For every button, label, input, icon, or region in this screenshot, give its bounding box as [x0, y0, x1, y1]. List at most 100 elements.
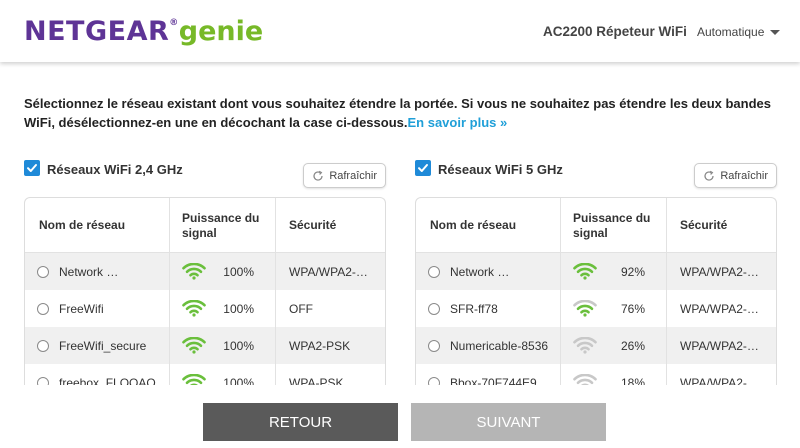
- band-5ghz-checkbox[interactable]: [415, 160, 431, 176]
- panel-header-24ghz: Réseaux WiFi 2,4 GHz Rafraîchir: [24, 158, 386, 192]
- chevron-down-icon: [770, 30, 781, 35]
- next-button[interactable]: SUIVANT: [411, 403, 606, 441]
- network-name: FreeWifi: [59, 301, 104, 316]
- intro-text: Sélectionnez le réseau existant dont vou…: [24, 96, 771, 130]
- language-dropdown[interactable]: Automatique: [697, 25, 781, 39]
- network-table-24ghz: Nom de réseau Puissance du signal Sécuri…: [24, 197, 386, 385]
- network-name: Network …: [450, 264, 510, 279]
- intro-text-block: Sélectionnez le réseau existant dont vou…: [24, 94, 784, 132]
- logo-genie: genie: [178, 16, 264, 47]
- cell-network-name: FreeWifi: [25, 290, 170, 327]
- table-row[interactable]: FreeWifi 100% OFF: [25, 290, 385, 327]
- network-radio[interactable]: [37, 376, 49, 385]
- cell-signal: 100%: [170, 253, 276, 290]
- network-radio[interactable]: [37, 339, 49, 352]
- table-row[interactable]: FreeWifi_secure 100% WPA2-PSK: [25, 327, 385, 364]
- cell-security: WPA/WPA2-…: [276, 253, 385, 290]
- signal-percent: 100%: [223, 338, 254, 353]
- band-24ghz-title: Réseaux WiFi 2,4 GHz: [47, 162, 183, 177]
- table-row[interactable]: Bbox-70F744E9 18% WPA/WPA2-…: [416, 364, 776, 385]
- column-header-name: Nom de réseau: [25, 198, 170, 252]
- wifi-signal-icon: [573, 300, 597, 317]
- table-row[interactable]: Network … 100% WPA/WPA2-…: [25, 253, 385, 290]
- network-radio[interactable]: [37, 302, 49, 315]
- table-header: Nom de réseau Puissance du signal Sécuri…: [25, 198, 385, 253]
- cell-signal: 92%: [561, 253, 667, 290]
- cell-network-name: Numericable-8536: [416, 327, 561, 364]
- network-radio[interactable]: [428, 265, 440, 278]
- network-radio[interactable]: [428, 302, 440, 315]
- cell-security: WPA/WPA2-…: [667, 253, 776, 290]
- panel-header-5ghz: Réseaux WiFi 5 GHz Rafraîchir: [415, 158, 777, 192]
- security-value: WPA/WPA2-…: [680, 338, 759, 353]
- security-value: WPA/WPA2-…: [680, 301, 759, 316]
- signal-percent: 76%: [620, 301, 645, 316]
- band-24ghz-checkbox[interactable]: [24, 160, 40, 176]
- network-radio[interactable]: [37, 265, 49, 278]
- security-value: WPA/WPA2-…: [680, 264, 759, 279]
- table-row[interactable]: SFR-ff78 76% WPA/WPA2-…: [416, 290, 776, 327]
- signal-percent: 100%: [223, 264, 254, 279]
- cell-network-name: SFR-ff78: [416, 290, 561, 327]
- cell-network-name: FreeWifi_secure: [25, 327, 170, 364]
- signal-percent: 18%: [620, 375, 645, 386]
- cell-signal: 100%: [170, 290, 276, 327]
- cell-signal: 100%: [170, 327, 276, 364]
- network-radio[interactable]: [428, 376, 440, 385]
- security-value: WPA-PSK: [289, 375, 344, 386]
- refresh-icon: [704, 170, 714, 181]
- header-bar: NETGEAR®genie AC2200 Répeteur WiFi Autom…: [0, 0, 800, 62]
- cell-security: WPA/WPA2-…: [667, 364, 776, 386]
- network-name: Bbox-70F744E9: [450, 375, 537, 386]
- security-value: WPA/WPA2-…: [289, 264, 368, 279]
- wifi-signal-icon: [182, 337, 206, 354]
- column-header-security: Sécurité: [289, 218, 337, 232]
- cell-network-name: freebox_FLOQAQ: [25, 364, 170, 385]
- signal-percent: 92%: [620, 264, 645, 279]
- learn-more-link[interactable]: En savoir plus »: [408, 115, 508, 130]
- panel-band-5ghz: Réseaux WiFi 5 GHz Rafraîchir Nom de rés…: [415, 158, 777, 385]
- cell-security: WPA2-PSK: [276, 327, 385, 364]
- wifi-signal-icon: [573, 337, 597, 354]
- table-row[interactable]: Numericable-8536 26% WPA/WPA2-…: [416, 327, 776, 364]
- cell-security: WPA-PSK: [276, 364, 385, 386]
- language-value: Automatique: [697, 25, 765, 39]
- table-body: Network … 100% WPA/WPA2-… FreeWifi 100% OFF Fr…: [25, 253, 385, 385]
- wifi-signal-icon: [182, 263, 206, 280]
- product-name: AC2200 Répeteur WiFi: [543, 24, 687, 39]
- cell-network-name: Bbox-70F744E9: [416, 364, 561, 385]
- column-header-signal: Puissance du signal: [561, 198, 667, 252]
- refresh-label: Rafraîchir: [329, 169, 377, 182]
- security-value: OFF: [289, 301, 313, 316]
- table-body: Network … 92% WPA/WPA2-… SFR-ff78 76% WPA/WPA…: [416, 253, 776, 385]
- network-radio[interactable]: [428, 339, 440, 352]
- back-button[interactable]: RETOUR: [203, 403, 398, 441]
- refresh-button-24ghz[interactable]: Rafraîchir: [303, 163, 386, 188]
- cell-signal: 76%: [561, 290, 667, 327]
- table-row[interactable]: Network … 92% WPA/WPA2-…: [416, 253, 776, 290]
- security-value: WPA2-PSK: [289, 338, 351, 353]
- column-header-security: Sécurité: [680, 218, 728, 232]
- security-value: WPA/WPA2-…: [680, 375, 759, 386]
- wifi-signal-icon: [573, 263, 597, 280]
- cell-security: WPA/WPA2-…: [667, 327, 776, 364]
- table-row[interactable]: freebox_FLOQAQ 100% WPA-PSK: [25, 364, 385, 385]
- column-header-signal: Puissance du signal: [170, 198, 276, 252]
- cell-signal: 26%: [561, 327, 667, 364]
- logo-netgear: NETGEAR: [24, 16, 170, 47]
- network-name: Numericable-8536: [450, 338, 549, 353]
- network-name: freebox_FLOQAQ: [59, 375, 156, 386]
- network-name: SFR-ff78: [450, 301, 498, 316]
- column-header-name: Nom de réseau: [416, 198, 561, 252]
- signal-percent: 100%: [223, 375, 254, 386]
- cell-signal: 18%: [561, 364, 667, 385]
- cell-security: OFF: [276, 290, 385, 327]
- table-header: Nom de réseau Puissance du signal Sécuri…: [416, 198, 776, 253]
- wifi-signal-icon: [182, 374, 206, 385]
- cell-network-name: Network …: [25, 253, 170, 290]
- network-name: Network …: [59, 264, 119, 279]
- refresh-button-5ghz[interactable]: Rafraîchir: [694, 163, 777, 188]
- signal-percent: 26%: [620, 338, 645, 353]
- band-5ghz-title: Réseaux WiFi 5 GHz: [438, 162, 563, 177]
- cell-signal: 100%: [170, 364, 276, 385]
